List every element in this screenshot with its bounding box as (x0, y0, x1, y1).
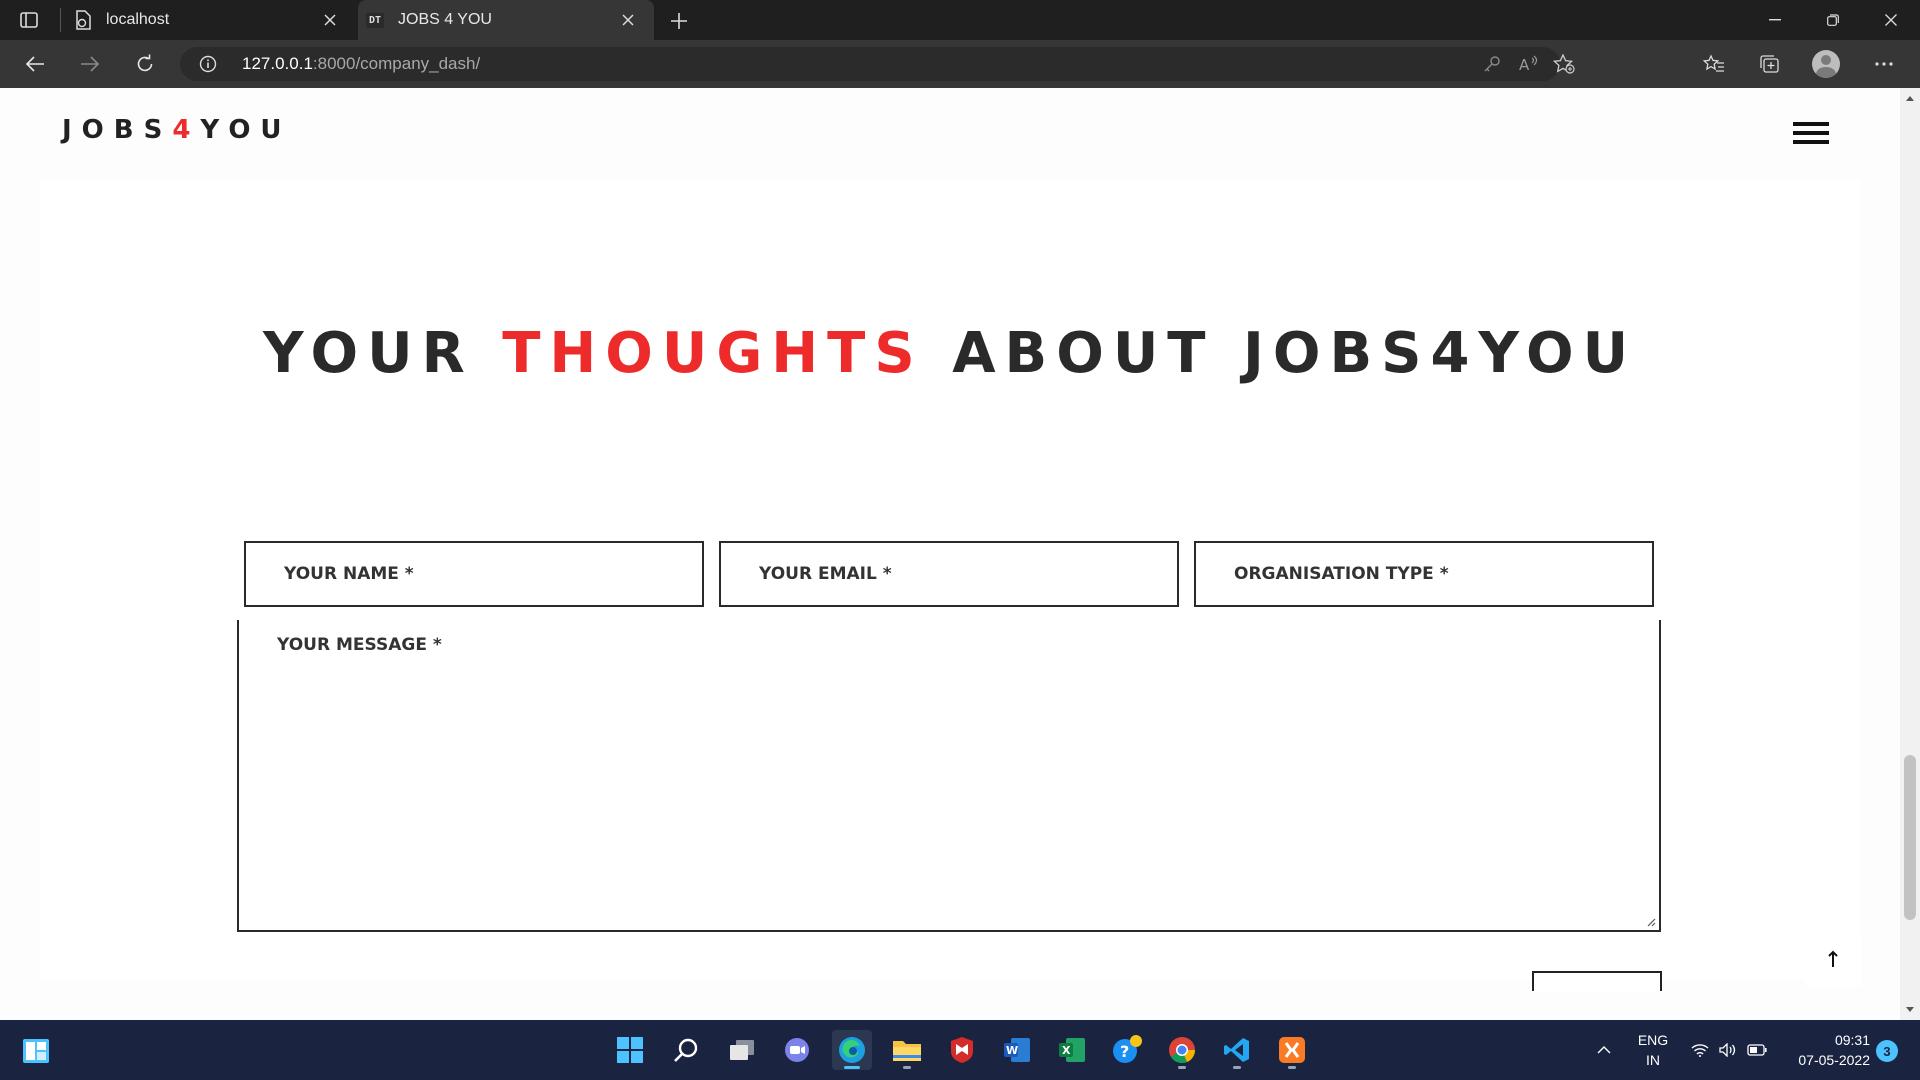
battery-icon[interactable] (1744, 1020, 1770, 1080)
close-tab-icon[interactable] (318, 8, 342, 32)
page-sync-icon (72, 9, 94, 31)
tab-title: JOBS 4 YOU (398, 11, 492, 28)
heading-after: ABOUT JOBS4YOU (923, 321, 1638, 386)
browser-toolbar: 127.0.0.1:8000/company_dash/ A (0, 40, 1920, 88)
avatar (1812, 50, 1840, 78)
volume-icon[interactable] (1716, 1020, 1740, 1080)
start-icon[interactable] (610, 1030, 650, 1070)
message-textarea[interactable]: YOUR MESSAGE * (237, 620, 1661, 932)
feedback-heading: YOUR THOUGHTS ABOUT JOBS4YOU (0, 321, 1900, 386)
task-view-icon[interactable] (722, 1030, 762, 1070)
logo-accent: 4 (172, 115, 201, 145)
restore-icon[interactable] (1804, 0, 1862, 40)
url-path: :8000/company_dash/ (312, 54, 481, 73)
svg-text:X: X (1062, 1044, 1071, 1057)
forward-icon[interactable] (72, 48, 108, 80)
scrollbar-thumb[interactable] (1904, 755, 1916, 920)
vscode-icon[interactable] (1217, 1030, 1257, 1070)
show-hidden-icons-icon[interactable] (1590, 1020, 1618, 1080)
url-text[interactable]: 127.0.0.1:8000/company_dash/ (242, 54, 480, 74)
search-icon[interactable] (666, 1030, 706, 1070)
wifi-icon[interactable] (1688, 1020, 1712, 1080)
language-indicator[interactable]: ENG IN (1628, 1020, 1678, 1080)
xampp-icon[interactable] (1272, 1030, 1312, 1070)
svg-text:W: W (1006, 1044, 1018, 1057)
page-scrollbar[interactable] (1900, 88, 1920, 1020)
heading-highlight: THOUGHTS (502, 321, 924, 386)
chat-icon[interactable] (777, 1030, 817, 1070)
arrow-up-icon (1828, 950, 1838, 967)
favorites-icon[interactable] (1696, 48, 1732, 80)
clock[interactable]: 09:31 07-05-2022 (1776, 1020, 1870, 1080)
back-to-top-button[interactable] (1805, 931, 1861, 987)
svg-text:?: ? (1120, 1042, 1129, 1061)
help-icon[interactable]: ? (1107, 1030, 1147, 1070)
tab-title: localhost (106, 11, 170, 28)
widgets-icon[interactable] (22, 1038, 50, 1064)
message-placeholder: YOUR MESSAGE * (277, 635, 442, 655)
settings-more-icon[interactable] (1866, 48, 1902, 80)
close-tab-icon[interactable] (616, 8, 640, 32)
chrome-icon[interactable] (1162, 1030, 1202, 1070)
add-favorite-icon[interactable] (1552, 54, 1576, 74)
refresh-icon[interactable] (127, 48, 163, 80)
language-line2: IN (1646, 1052, 1660, 1068)
clock-date: 07-05-2022 (1798, 1052, 1870, 1068)
tab-jobs4you[interactable]: DT JOBS 4 YOU (358, 0, 654, 40)
tab-favicon: DT (364, 9, 386, 31)
minimize-icon[interactable] (1746, 0, 1804, 40)
url-host: 127.0.0.1 (242, 54, 313, 73)
mcafee-icon[interactable] (942, 1030, 982, 1070)
windows-taskbar: W X ? ENG IN 09:31 07-05-2022 (0, 1020, 1920, 1080)
back-icon[interactable] (17, 48, 53, 80)
scroll-up-icon[interactable] (1905, 94, 1915, 102)
site-logo[interactable]: JOBS4YOU (62, 115, 292, 145)
name-field[interactable]: YOUR NAME * (244, 541, 704, 607)
tab-separator (60, 8, 61, 32)
language-line1: ENG (1637, 1032, 1669, 1048)
favicon-text: DT (365, 12, 385, 28)
collections-icon[interactable] (1752, 48, 1788, 80)
tab-localhost[interactable]: localhost (66, 0, 356, 40)
organisation-type-field[interactable]: ORGANISATION TYPE * (1194, 541, 1654, 607)
new-tab-icon[interactable] (664, 6, 694, 36)
edge-icon[interactable] (832, 1030, 872, 1070)
resize-handle-icon[interactable] (1646, 917, 1656, 927)
close-window-icon[interactable] (1862, 0, 1920, 40)
clock-time: 09:31 (1834, 1032, 1870, 1048)
tab-actions-icon[interactable] (14, 8, 44, 32)
logo-prefix: JOBS (62, 115, 173, 145)
heading-before: YOUR (262, 321, 503, 386)
svg-text:A: A (1519, 56, 1530, 73)
file-explorer-icon[interactable] (887, 1030, 927, 1070)
notification-badge[interactable]: 3 (1876, 1040, 1898, 1062)
site-info-icon[interactable] (198, 54, 218, 74)
read-aloud-icon[interactable]: A (1516, 54, 1540, 74)
word-icon[interactable]: W (997, 1030, 1037, 1070)
profile-icon[interactable] (1808, 48, 1844, 80)
email-placeholder: YOUR EMAIL * (759, 564, 892, 584)
password-key-icon[interactable] (1480, 54, 1504, 74)
submit-button[interactable] (1532, 971, 1662, 991)
scroll-down-icon[interactable] (1905, 1006, 1915, 1014)
logo-suffix: YOU (200, 115, 292, 145)
excel-icon[interactable]: X (1052, 1030, 1092, 1070)
menu-icon[interactable] (1793, 122, 1829, 144)
address-bar[interactable]: 127.0.0.1:8000/company_dash/ A (180, 47, 1575, 81)
browser-tab-bar: localhost DT JOBS 4 YOU (0, 0, 1920, 40)
email-field[interactable]: YOUR EMAIL * (719, 541, 1179, 607)
organisation-placeholder: ORGANISATION TYPE * (1234, 564, 1449, 584)
name-placeholder: YOUR NAME * (284, 564, 414, 584)
page-viewport: JOBS4YOU YOUR THOUGHTS ABOUT JOBS4YOU YO… (0, 88, 1900, 1020)
